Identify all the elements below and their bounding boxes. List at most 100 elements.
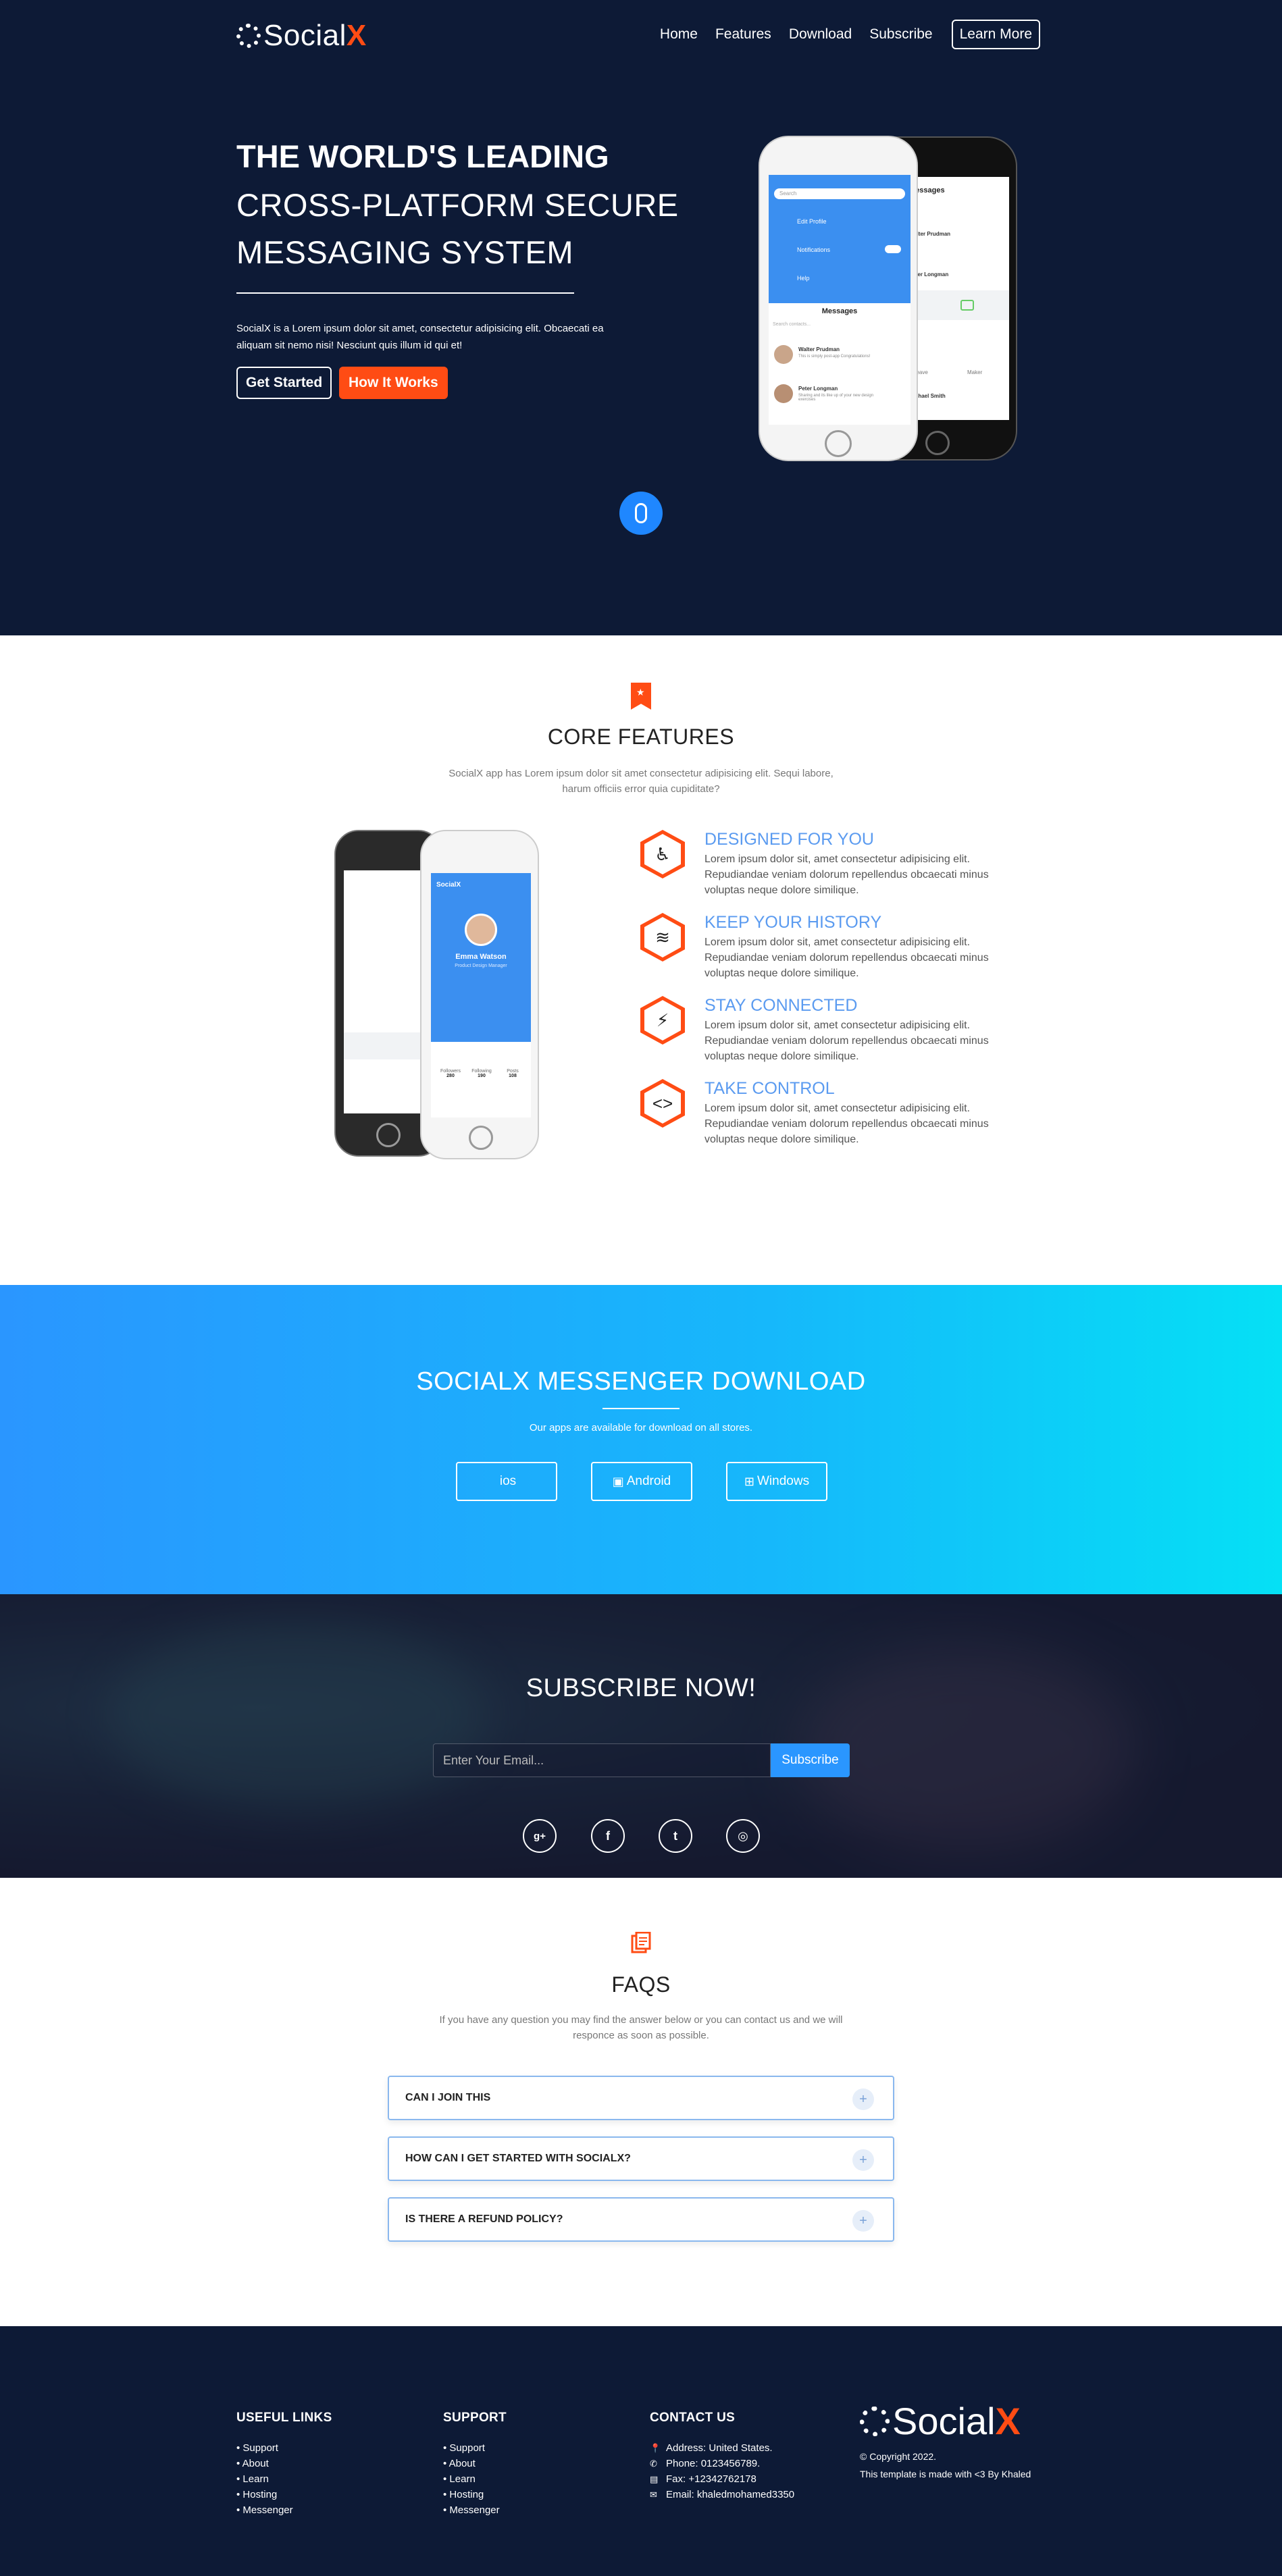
nav-subscribe[interactable]: Subscribe: [869, 26, 932, 43]
windows-icon: ⊞: [744, 1474, 754, 1488]
plus-icon[interactable]: +: [852, 2149, 874, 2171]
nav-features[interactable]: Features: [715, 26, 771, 43]
hero-title-line3: MESSAGING SYSTEM: [236, 234, 573, 270]
faq-section: FAQS If you have any question you may fi…: [0, 1878, 1282, 2326]
faq-question[interactable]: CAN I JOIN THIS +: [388, 2076, 894, 2120]
faq-subtitle: If you have any question you may find th…: [439, 2014, 843, 2041]
footer-link[interactable]: • Support: [443, 2440, 507, 2456]
scroll-down-button[interactable]: [619, 492, 663, 535]
logo-ring-icon: [236, 24, 261, 48]
stat-label: Following: [471, 1069, 492, 1074]
phone-contact-2-name: Peter Longman: [798, 386, 838, 392]
download-windows-button[interactable]: ⊞ Windows: [726, 1462, 827, 1501]
feature-text: Lorem ipsum dolor sit, amet consectetur …: [704, 937, 989, 979]
faq-question[interactable]: HOW CAN I GET STARTED WITH SOCIALX? +: [388, 2136, 894, 2181]
copyright-text: © Copyright 2022.: [860, 2451, 937, 2462]
footer-link[interactable]: • Learn: [443, 2471, 507, 2487]
footer-support-title: SUPPORT: [443, 2411, 507, 2425]
features-title: CORE FEATURES: [547, 725, 735, 749]
faq-question-text: CAN I JOIN THIS: [405, 2092, 491, 2103]
email-input[interactable]: Enter Your Email...: [433, 1743, 771, 1777]
stat-value: 190: [478, 1074, 486, 1078]
stat-value: 108: [509, 1074, 517, 1078]
footer-link[interactable]: • About: [236, 2456, 332, 2471]
wheelchair-icon: ♿: [655, 843, 671, 864]
layers-icon: ≋: [655, 926, 670, 947]
home-button-icon: [469, 1126, 493, 1150]
phone-search-contacts: Search contacts...: [773, 322, 811, 327]
features-phone-front: SocialX Emma Watson Product Design Manag…: [420, 830, 539, 1159]
phone-menu-notifications: Notifications: [797, 246, 831, 253]
feature-hex-badge: ♿: [640, 830, 685, 878]
footer-logo-accent: X: [995, 2400, 1021, 2442]
footer-logo[interactable]: Social X: [860, 2399, 1021, 2443]
profile-user-name: Emma Watson: [455, 953, 507, 961]
footer-link[interactable]: • Support: [236, 2440, 332, 2456]
logo-text: Social: [263, 19, 347, 52]
twitter-icon[interactable]: t: [659, 1819, 692, 1853]
hero-description: SocialX is a Lorem ipsum dolor sit amet,…: [236, 323, 604, 351]
how-it-works-button[interactable]: How It Works: [339, 367, 448, 399]
phone-contact-2-msg: Sharing and its like up of your new desi…: [798, 394, 874, 402]
navbar: Social X Home Features Download Subscribe…: [236, 19, 1040, 53]
plus-icon[interactable]: +: [852, 2210, 874, 2232]
learn-more-button[interactable]: Learn More: [951, 20, 1040, 49]
footer-logo-text: Social: [892, 2400, 996, 2442]
phone-menu-help: Help: [797, 275, 810, 282]
footer-support: SUPPORT • Support • About • Learn • Host…: [443, 2411, 507, 2518]
contact-avatar: [774, 345, 793, 364]
nav-download[interactable]: Download: [789, 26, 852, 43]
map-pin-icon: 📍: [650, 2443, 661, 2453]
feature-hex-badge: ⚡: [640, 996, 685, 1045]
logo[interactable]: Social X: [236, 19, 367, 53]
footer-contact-title: CONTACT US: [650, 2411, 736, 2425]
back-tab-2: Maker: [967, 369, 983, 375]
download-ios-button[interactable]: ios: [456, 1462, 557, 1501]
mouse-icon: [635, 503, 647, 523]
faq-question-text: HOW CAN I GET STARTED WITH SOCIALX?: [405, 2153, 631, 2164]
features-section: CORE FEATURES SocialX app has Lorem ipsu…: [0, 635, 1282, 1285]
footer-link[interactable]: • Hosting: [443, 2487, 507, 2502]
phone-icon: ✆: [650, 2459, 657, 2469]
background-overlay: [0, 1594, 1282, 1878]
profile-app-name: SocialX: [436, 881, 461, 889]
facebook-icon[interactable]: f: [591, 1819, 625, 1853]
download-section: SOCIALX MESSENGER DOWNLOAD Our apps are …: [0, 1285, 1282, 1594]
faq-question[interactable]: IS THERE A REFUND POLICY? +: [388, 2197, 894, 2242]
footer-link[interactable]: • Hosting: [236, 2487, 332, 2502]
logo-ring-icon: [860, 2406, 890, 2436]
stat-label: Posts: [507, 1069, 519, 1074]
download-android-label: Android: [626, 1474, 671, 1488]
footer-copyright: © Copyright 2022. This template is made …: [860, 2448, 1031, 2483]
hero-divider: [236, 292, 574, 294]
get-started-button[interactable]: Get Started: [236, 367, 332, 399]
nav-home[interactable]: Home: [660, 26, 698, 43]
feature-title: DESIGNED FOR YOU: [704, 830, 874, 849]
footer-link[interactable]: • Messenger: [443, 2502, 507, 2518]
footer-link[interactable]: • Learn: [236, 2471, 332, 2487]
footer-contact: CONTACT US 📍 Address: United States. ✆ Pho…: [650, 2411, 794, 2502]
stat-value: 280: [446, 1074, 455, 1078]
download-divider: [602, 1408, 680, 1409]
subscribe-section: SUBSCRIBE NOW! Enter Your Email... Subsc…: [0, 1594, 1282, 1878]
contact-fax: Fax: +12342762178: [666, 2473, 757, 2485]
instagram-icon[interactable]: ◎: [726, 1819, 760, 1853]
contact-email[interactable]: Email: khaledmohamed3350: [666, 2487, 794, 2502]
phone-contact-1-msg: This is simply post-app Congratulations!: [798, 354, 871, 359]
footer-link[interactable]: • Messenger: [236, 2502, 332, 2518]
download-android-button[interactable]: ▣ Android: [591, 1462, 692, 1501]
logo-accent: X: [346, 19, 367, 52]
footer-link[interactable]: • About: [443, 2456, 507, 2471]
download-title: SOCIALX MESSENGER DOWNLOAD: [416, 1367, 866, 1396]
profile-avatar: [465, 914, 497, 946]
envelope-icon: ✉: [650, 2490, 657, 2500]
contact-phone: Phone: 0123456789.: [666, 2458, 761, 2469]
code-icon: <>: [652, 1093, 673, 1113]
subscribe-button[interactable]: Subscribe: [771, 1743, 850, 1777]
google-plus-icon[interactable]: g+: [523, 1819, 557, 1853]
feature-title: STAY CONNECTED: [704, 996, 858, 1015]
bookmark-icon: [631, 683, 651, 710]
feature-text: Lorem ipsum dolor sit, amet consectetur …: [704, 1103, 989, 1145]
feature-text: Lorem ipsum dolor sit, amet consectetur …: [704, 853, 989, 896]
plus-icon[interactable]: +: [852, 2088, 874, 2110]
